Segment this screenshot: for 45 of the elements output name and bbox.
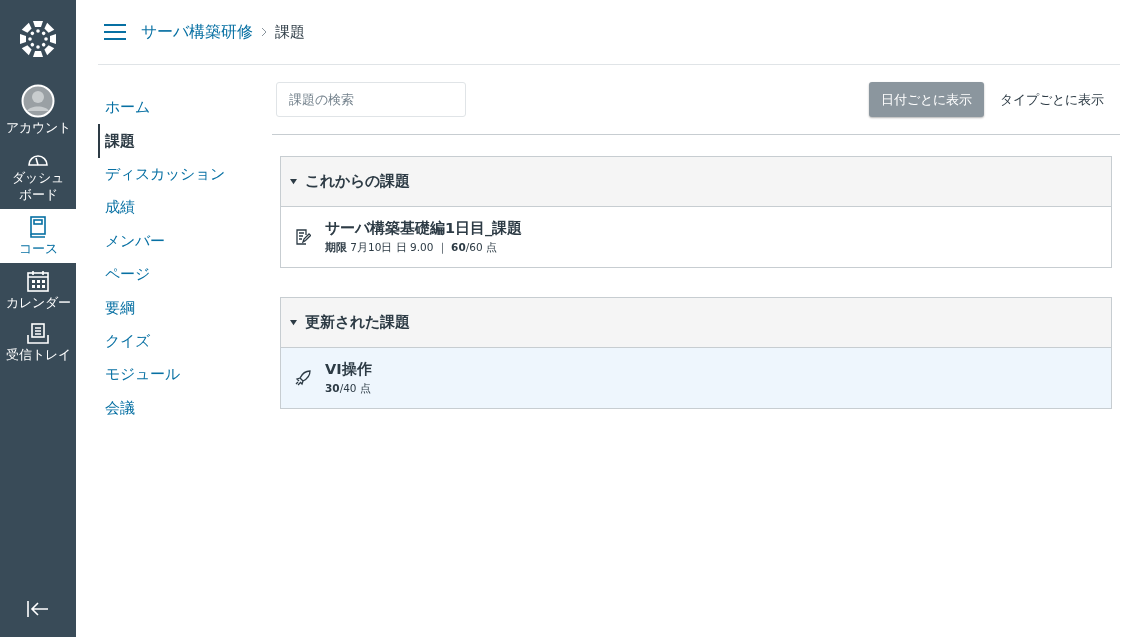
- course-nav-link[interactable]: 課題: [98, 124, 272, 158]
- search-field[interactable]: 課題の検索: [276, 82, 466, 117]
- book-icon: [28, 214, 48, 239]
- assignment-meta: 期限 7月10日 日 9.00 ｜ 60/60 点: [325, 241, 498, 255]
- course-nav-link[interactable]: モジュール: [98, 358, 272, 392]
- assignment-icon: [295, 229, 311, 245]
- nav-item[interactable]: アカウント: [0, 78, 76, 143]
- rocket-icon: [295, 370, 311, 386]
- nav-label: アカウント: [5, 120, 71, 137]
- collapse-icon[interactable]: [26, 599, 50, 619]
- course-nav-link[interactable]: クイズ: [98, 324, 272, 359]
- group-header[interactable]: これからの課題: [281, 157, 1111, 207]
- assignment-title[interactable]: サーバ構築基礎編1日目_課題: [325, 219, 523, 238]
- caret-icon[interactable]: [290, 319, 297, 326]
- nav-item[interactable]: カレンダー: [0, 263, 76, 318]
- group-title: これからの課題: [305, 172, 410, 191]
- group-header[interactable]: 更新された課題: [281, 298, 1111, 348]
- course-nav-link[interactable]: 会議: [98, 391, 272, 425]
- nav-label: 受信トレイ: [5, 347, 71, 364]
- assignment-meta: 30/40 点: [325, 382, 372, 396]
- group-title: 更新された課題: [305, 313, 410, 332]
- nav-label: カレンダー: [5, 295, 71, 312]
- view-toggle-button[interactable]: タイプごとに表示: [988, 82, 1116, 117]
- caret-icon[interactable]: [290, 178, 297, 185]
- logo-icon[interactable]: [18, 19, 58, 59]
- nav-item[interactable]: コース: [0, 208, 76, 263]
- assignment-row[interactable]: VI操作 30/40 点: [281, 348, 1111, 408]
- nav-item[interactable]: ダッシュボード: [0, 142, 76, 209]
- course-nav-link[interactable]: 要綱: [98, 291, 272, 325]
- course-nav-link[interactable]: ページ: [98, 257, 272, 292]
- course-nav-link[interactable]: ホーム: [98, 91, 272, 125]
- course-nav-link[interactable]: 成績: [98, 191, 272, 225]
- assignment-title[interactable]: VI操作: [325, 360, 372, 379]
- nav-item[interactable]: 受信トレイ: [0, 317, 76, 370]
- menu-icon[interactable]: [103, 23, 127, 41]
- chevron-icon: [261, 27, 267, 37]
- breadcrumb-current: 課題: [275, 22, 305, 42]
- nav-label: コース: [18, 240, 58, 257]
- avatar-icon: [21, 84, 55, 118]
- course-nav-link[interactable]: ディスカッション: [98, 157, 272, 192]
- nav-label: ダッシュボード: [11, 170, 65, 203]
- calendar-icon: [26, 269, 50, 293]
- breadcrumb-link[interactable]: サーバ構築研修: [141, 21, 253, 43]
- inbox-icon: [26, 323, 50, 346]
- course-nav-link[interactable]: メンバー: [98, 224, 272, 258]
